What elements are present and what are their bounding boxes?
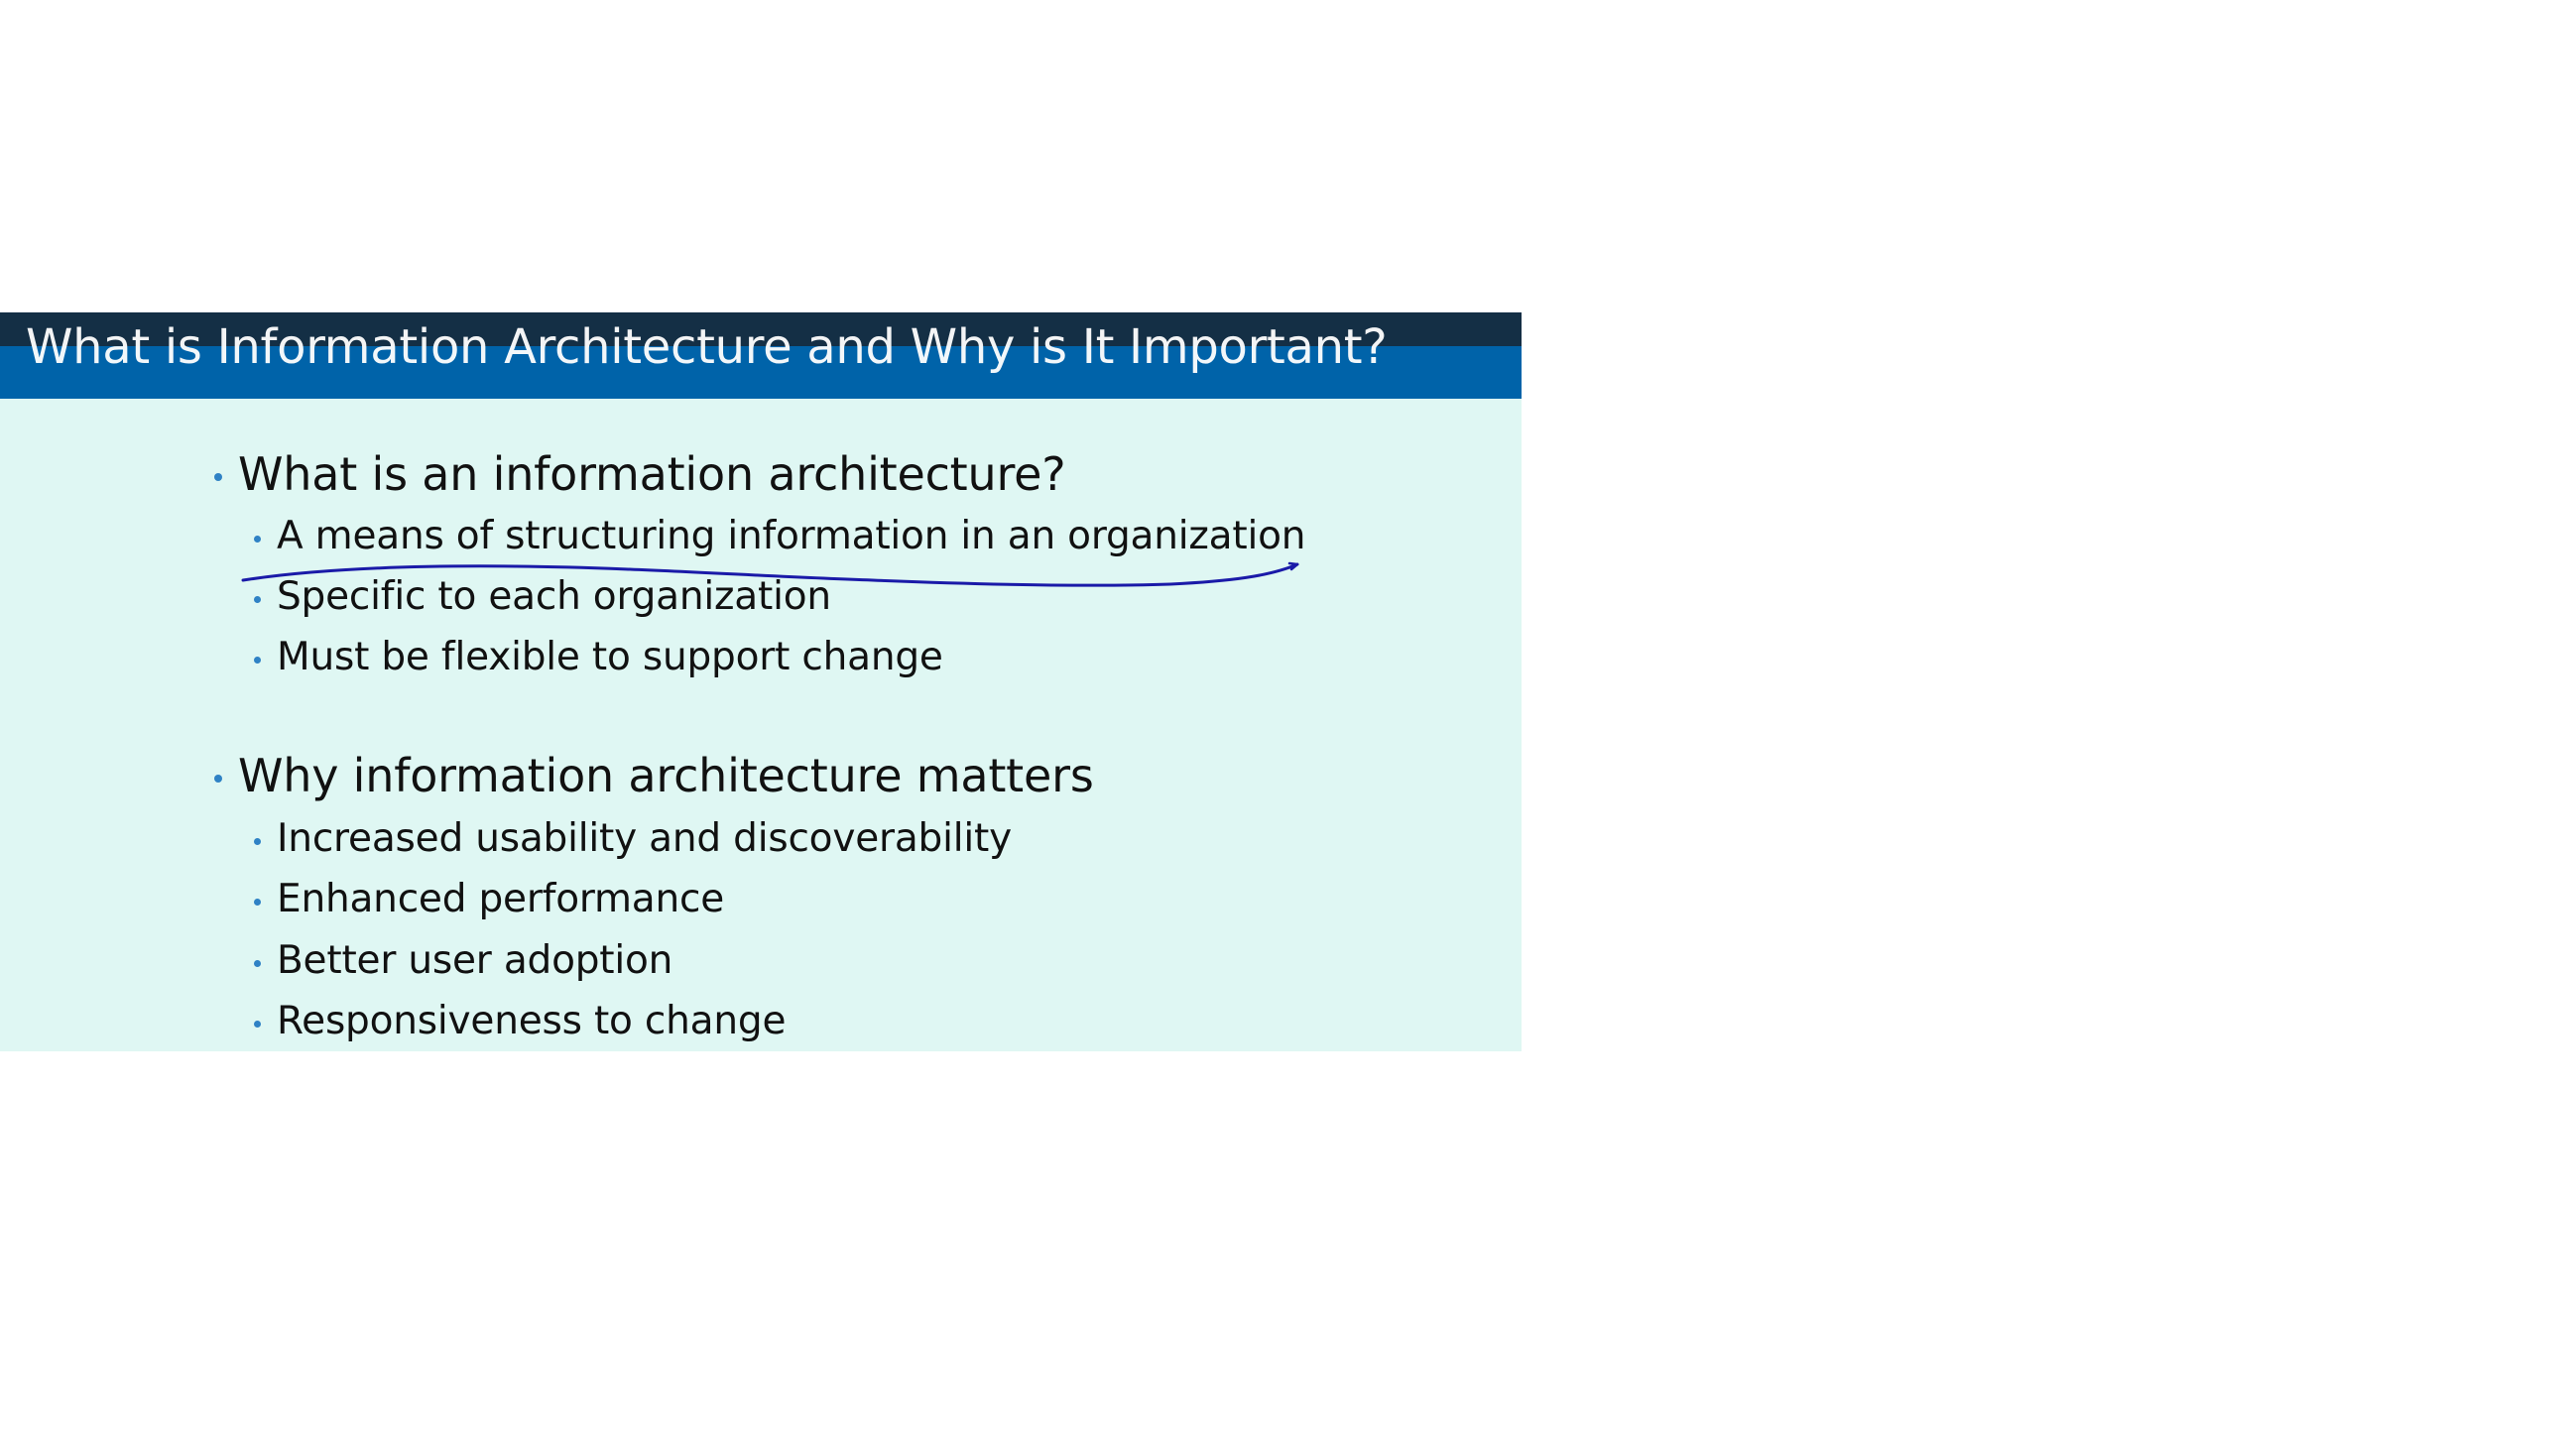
- bullet-item-1-1: A means of structuring information in an…: [254, 514, 1306, 558]
- bullet-item-1-2-text: Specific to each organization: [277, 574, 831, 619]
- bullet-dot: [254, 899, 261, 906]
- bullet-item-1-3: Must be flexible to support change: [254, 635, 943, 679]
- bullet-dot: [254, 1021, 261, 1028]
- bullet-item-2-4: Responsiveness to change: [254, 999, 787, 1043]
- bullet-heading-1: What is an information architecture?: [214, 451, 1066, 497]
- bullet-item-2-4-text: Responsiveness to change: [277, 999, 787, 1043]
- bullet-heading-2: Why information architecture matters: [214, 753, 1094, 798]
- bullet-item-1-3-text: Must be flexible to support change: [277, 635, 943, 679]
- bullet-dot: [254, 838, 261, 845]
- bullet-dot: [214, 775, 222, 783]
- bullet-item-2-2-text: Enhanced performance: [277, 877, 725, 921]
- bullet-item-2-1-text: Increased usability and discoverability: [277, 816, 1012, 861]
- bullet-dot: [254, 536, 261, 543]
- bullet-item-2-3: Better user adoption: [254, 938, 673, 983]
- bullet-heading-2-text: Why information architecture matters: [238, 749, 1094, 802]
- bullet-dot: [254, 596, 261, 603]
- bullet-item-1-1-text: A means of structuring information in an…: [277, 514, 1306, 558]
- bullet-item-2-2: Enhanced performance: [254, 877, 725, 921]
- bullet-item-1-2: Specific to each organization: [254, 574, 831, 619]
- bullet-dot: [254, 657, 261, 664]
- bullet-item-2-1: Increased usability and discoverability: [254, 816, 1012, 861]
- bullet-dot: [214, 473, 222, 481]
- bullet-dot: [254, 960, 261, 967]
- slide-content: What is an information architecture? A m…: [0, 312, 1522, 1051]
- bullet-heading-1-text: What is an information architecture?: [238, 447, 1066, 501]
- bullet-item-2-3-text: Better user adoption: [277, 938, 673, 983]
- slide: What is Information Architecture and Why…: [0, 312, 1522, 1051]
